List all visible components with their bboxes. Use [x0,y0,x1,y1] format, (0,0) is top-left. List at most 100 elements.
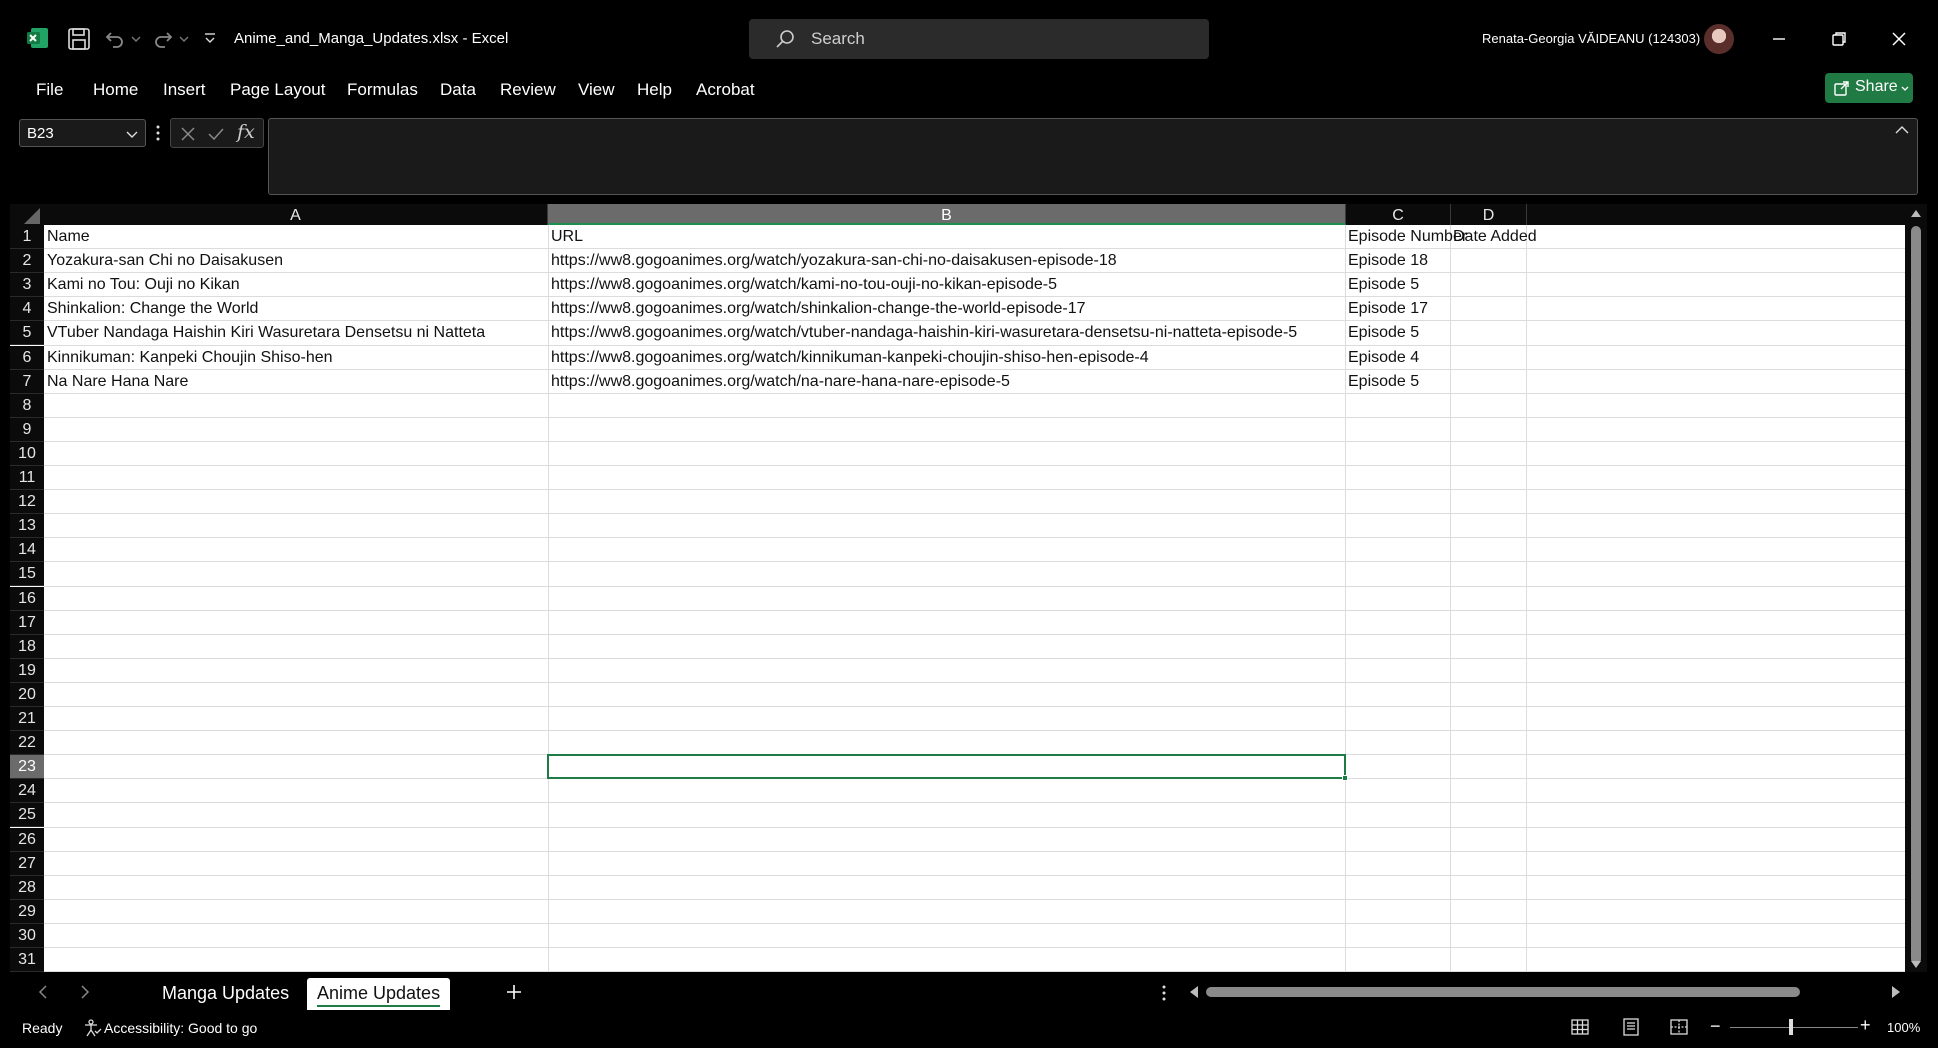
horizontal-scroll-thumb[interactable] [1206,987,1800,997]
menu-home[interactable]: Home [93,80,138,100]
row-header[interactable]: 6 [10,346,44,370]
cell[interactable]: Yozakura-san Chi no Daisakusen [47,249,283,273]
vertical-scrollbar[interactable] [1905,204,1927,972]
row-header[interactable]: 29 [10,900,44,924]
menu-acrobat[interactable]: Acrobat [696,80,755,100]
check-icon[interactable] [207,125,225,143]
zoom-level[interactable]: 100% [1887,1020,1920,1035]
row-header[interactable]: 5 [10,321,44,345]
cell[interactable]: Episode 4 [1348,346,1419,370]
cell[interactable]: Episode 5 [1348,321,1419,345]
menu-insert[interactable]: Insert [163,80,206,100]
formula-input[interactable] [268,118,1918,195]
sheet-tab-manga-updates[interactable]: Manga Updates [152,978,299,1010]
user-name[interactable]: Renata-Georgia VĂIDEANU (124303) [1482,31,1700,46]
name-box[interactable]: B23 [19,119,146,147]
redo-icon[interactable] [152,28,174,50]
close-icon[interactable] [1886,26,1912,52]
more-options-icon[interactable] [154,123,162,143]
chevron-down-icon[interactable] [126,130,138,140]
fill-handle[interactable] [1342,775,1348,781]
save-icon[interactable] [66,26,92,52]
menu-page-layout[interactable]: Page Layout [230,80,325,100]
row-header[interactable]: 8 [10,394,44,418]
zoom-slider-thumb[interactable] [1789,1019,1793,1035]
zoom-slider[interactable] [1730,1027,1858,1028]
row-header[interactable]: 26 [10,828,44,852]
normal-view-icon[interactable] [1569,1016,1591,1038]
cell[interactable]: https://ww8.gogoanimes.org/watch/yozakur… [551,249,1117,273]
row-header[interactable]: 27 [10,852,44,876]
chevron-left-icon[interactable] [36,984,50,1000]
vertical-scroll-thumb[interactable] [1911,226,1921,964]
avatar[interactable] [1704,24,1734,54]
more-options-icon[interactable] [1160,984,1168,1002]
page-break-view-icon[interactable] [1668,1016,1690,1038]
cell[interactable]: https://ww8.gogoanimes.org/watch/kinniku… [551,346,1149,370]
row-header[interactable]: 9 [10,418,44,442]
row-header[interactable]: 14 [10,538,44,562]
cell[interactable]: https://ww8.gogoanimes.org/watch/kami-no… [551,273,1057,297]
chevron-right-icon[interactable] [78,984,92,1000]
customize-toolbar-icon[interactable] [203,32,217,46]
redo-dropdown-icon[interactable] [179,34,189,44]
cell[interactable]: Shinkalion: Change the World [47,297,258,321]
cell[interactable]: Episode Number [1348,225,1467,249]
cell[interactable]: https://ww8.gogoanimes.org/watch/shinkal… [551,297,1086,321]
row-header[interactable]: 20 [10,683,44,707]
horizontal-scrollbar[interactable] [1206,987,1886,997]
cell[interactable]: VTuber Nandaga Haishin Kiri Wasuretara D… [47,321,485,345]
insert-function-icon[interactable]: fx [237,121,255,143]
row-header[interactable]: 2 [10,249,44,273]
cancel-icon[interactable] [179,125,197,143]
accessibility-status[interactable]: Accessibility: Good to go [104,1020,257,1036]
menu-data[interactable]: Data [440,80,476,100]
row-header[interactable]: 16 [10,587,44,611]
search-box[interactable]: Search [749,19,1209,59]
undo-dropdown-icon[interactable] [131,34,141,44]
zoom-out-button[interactable]: − [1710,1016,1721,1037]
undo-icon[interactable] [104,28,126,50]
row-header[interactable]: 21 [10,707,44,731]
column-header-b[interactable]: B [548,204,1346,225]
row-header[interactable]: 1 [10,225,44,249]
scroll-up-icon[interactable] [1910,208,1922,218]
row-header[interactable]: 12 [10,490,44,514]
row-header[interactable]: 4 [10,297,44,321]
cell[interactable]: https://ww8.gogoanimes.org/watch/na-nare… [551,370,1010,394]
cell[interactable]: Date Added [1453,225,1537,249]
cells-area[interactable]: Name URL Episode Number Date Added Yozakura-… [44,225,1905,972]
cell[interactable]: Name [47,225,90,249]
column-header-a[interactable]: A [44,204,548,225]
add-sheet-icon[interactable] [504,982,524,1002]
row-header[interactable]: 30 [10,924,44,948]
menu-file[interactable]: File [36,80,63,100]
row-header[interactable]: 22 [10,731,44,755]
row-header[interactable]: 23 [10,755,44,779]
cell[interactable]: Episode 18 [1348,249,1428,273]
row-header[interactable]: 13 [10,514,44,538]
row-header[interactable]: 25 [10,803,44,827]
scroll-down-icon[interactable] [1910,960,1922,970]
accessibility-icon[interactable] [82,1018,102,1038]
zoom-in-button[interactable]: + [1860,1015,1871,1036]
row-header[interactable]: 31 [10,948,44,972]
menu-review[interactable]: Review [500,80,556,100]
row-header[interactable]: 10 [10,442,44,466]
column-header-d[interactable]: D [1451,204,1527,225]
scroll-left-icon[interactable] [1188,985,1200,999]
menu-formulas[interactable]: Formulas [347,80,418,100]
cell[interactable]: URL [551,225,583,249]
row-header[interactable]: 15 [10,562,44,586]
cell[interactable]: Kami no Tou: Ouji no Kikan [47,273,240,297]
row-header[interactable]: 28 [10,876,44,900]
cell[interactable]: Episode 17 [1348,297,1428,321]
column-header-c[interactable]: C [1346,204,1451,225]
menu-view[interactable]: View [578,80,615,100]
row-header[interactable]: 3 [10,273,44,297]
row-header[interactable]: 19 [10,659,44,683]
row-header[interactable]: 11 [10,466,44,490]
cell[interactable]: Na Nare Hana Nare [47,370,188,394]
select-all-corner[interactable] [10,204,44,225]
share-button[interactable]: Share [1825,73,1913,103]
